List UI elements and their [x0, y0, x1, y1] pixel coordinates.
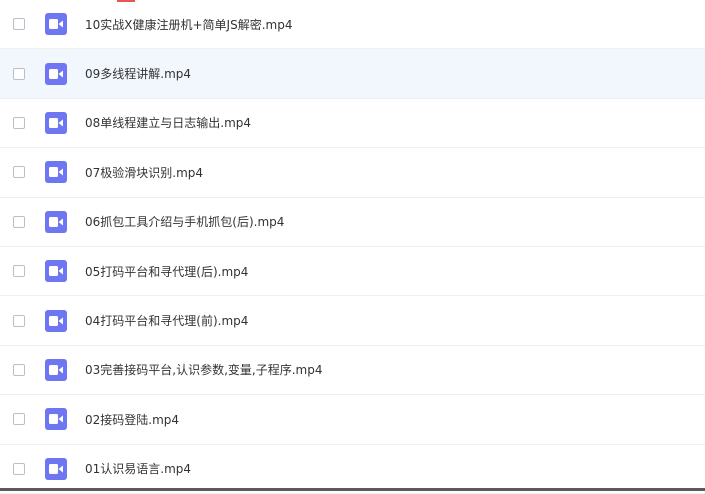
file-name[interactable]: 07极验滑块识别.mp4	[85, 164, 203, 181]
file-row[interactable]: 10实战X健康注册机+简单JS解密.mp4	[0, 0, 705, 50]
file-name[interactable]: 09多线程讲解.mp4	[85, 65, 191, 82]
video-file-icon	[45, 358, 67, 381]
row-checkbox[interactable]	[13, 265, 25, 278]
row-checkbox[interactable]	[13, 116, 25, 129]
file-row[interactable]: 04打码平台和寻代理(前).mp4	[0, 296, 705, 346]
row-checkbox[interactable]	[13, 18, 25, 31]
file-name[interactable]: 10实战X健康注册机+简单JS解密.mp4	[85, 16, 292, 33]
row-checkbox[interactable]	[13, 413, 25, 426]
file-row[interactable]: 01认识易语言.mp4	[0, 445, 705, 494]
video-file-icon	[45, 408, 67, 431]
video-file-icon	[45, 161, 67, 184]
file-row[interactable]: 03完善接码平台,认识参数,变量,子程序.mp4	[0, 346, 705, 396]
file-row[interactable]: 07极验滑块识别.mp4	[0, 148, 705, 198]
row-checkbox[interactable]	[13, 462, 25, 475]
file-row[interactable]: 09多线程讲解.mp4	[0, 49, 705, 99]
video-file-icon	[45, 13, 67, 36]
file-name[interactable]: 06抓包工具介绍与手机抓包(后).mp4	[85, 213, 284, 230]
file-row[interactable]: 02接码登陆.mp4	[0, 395, 705, 445]
file-name[interactable]: 05打码平台和寻代理(后).mp4	[85, 263, 248, 280]
file-name[interactable]: 08单线程建立与日志输出.mp4	[85, 114, 251, 131]
file-name[interactable]: 02接码登陆.mp4	[85, 411, 179, 428]
row-checkbox[interactable]	[13, 166, 25, 179]
video-file-icon	[45, 260, 67, 283]
video-file-icon	[45, 309, 67, 332]
file-row[interactable]: 08单线程建立与日志输出.mp4	[0, 99, 705, 149]
file-list: 10实战X健康注册机+简单JS解密.mp4 09多线程讲解.mp4 08单线程建…	[0, 0, 705, 494]
file-name[interactable]: 03完善接码平台,认识参数,变量,子程序.mp4	[85, 361, 322, 378]
video-file-icon	[45, 457, 67, 480]
video-file-icon	[45, 210, 67, 233]
file-name[interactable]: 01认识易语言.mp4	[85, 460, 191, 477]
file-name[interactable]: 04打码平台和寻代理(前).mp4	[85, 312, 248, 329]
file-row[interactable]: 05打码平台和寻代理(后).mp4	[0, 247, 705, 297]
row-checkbox[interactable]	[13, 215, 25, 228]
file-row[interactable]: 06抓包工具介绍与手机抓包(后).mp4	[0, 198, 705, 247]
row-checkbox[interactable]	[13, 363, 25, 376]
video-file-icon	[45, 111, 67, 134]
video-file-icon	[45, 62, 67, 85]
row-checkbox[interactable]	[13, 67, 25, 80]
row-checkbox[interactable]	[13, 314, 25, 327]
